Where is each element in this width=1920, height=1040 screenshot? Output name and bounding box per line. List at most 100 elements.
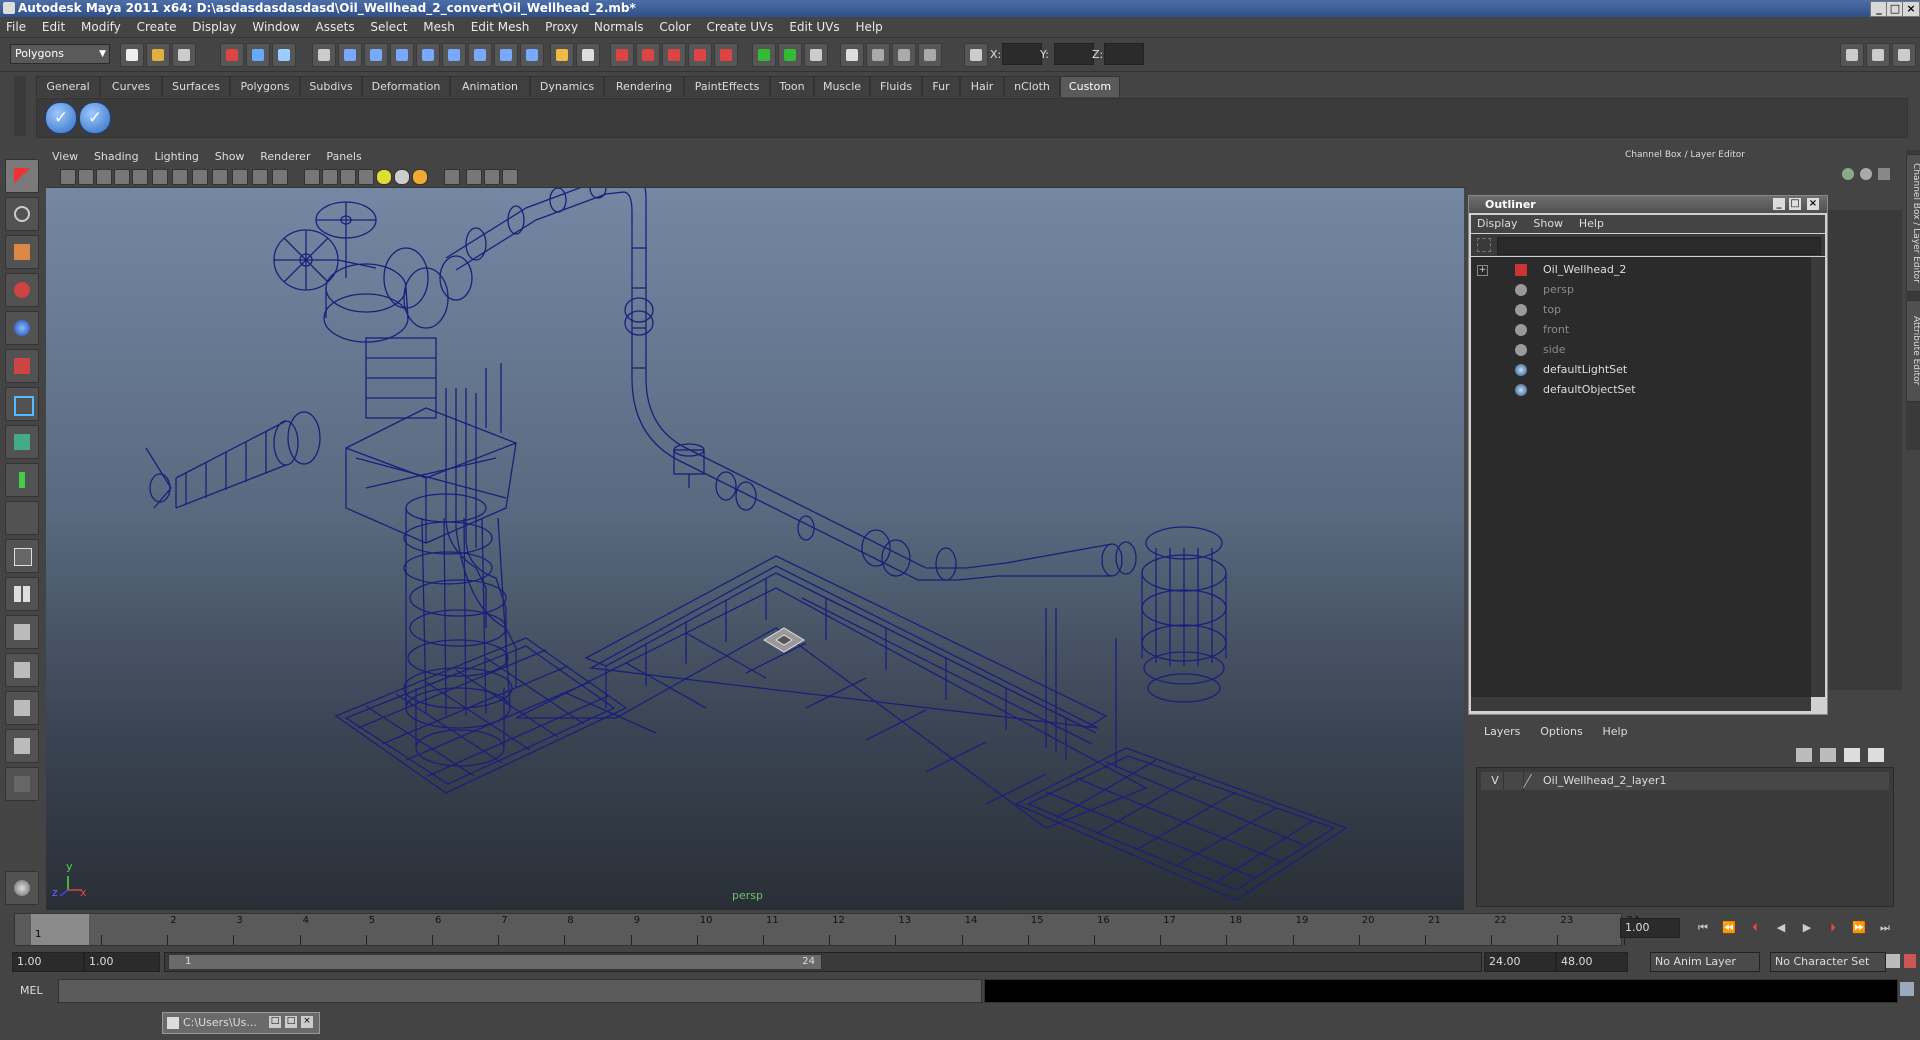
side-tab-attribute-editor[interactable]: Attribute Editor (1906, 300, 1920, 402)
four-pane-layout-icon[interactable] (5, 577, 39, 611)
menu-select[interactable]: Select (364, 17, 413, 37)
tab-hair[interactable]: Hair (960, 76, 1004, 97)
camera-attributes-icon[interactable] (78, 169, 94, 185)
outliner-title-bar[interactable]: Outliner _ □ × (1469, 196, 1827, 213)
menu-modify[interactable]: Modify (75, 17, 127, 37)
restore-button[interactable]: □ (269, 1016, 281, 1028)
selected-lights-icon[interactable] (412, 169, 428, 185)
menu-window[interactable]: Window (246, 17, 305, 37)
tab-deformation[interactable]: Deformation (362, 76, 450, 97)
manipulator-tool-icon[interactable] (5, 387, 39, 421)
new-layer-selected-icon[interactable] (1868, 748, 1884, 762)
show-hide-tool-settings-icon[interactable] (1866, 43, 1890, 67)
playback-start-field[interactable]: 1.00 (84, 952, 160, 972)
xray-icon[interactable] (232, 169, 248, 185)
panel-menu-show[interactable]: Show (209, 147, 251, 166)
menu-set-dropdown[interactable]: Polygons ▼ (10, 44, 110, 64)
menu-display[interactable]: Display (186, 17, 242, 37)
open-scene-icon[interactable] (146, 43, 170, 67)
outliner-maximize-button[interactable]: □ (1789, 198, 1801, 210)
side-tab-channel-box[interactable]: Channel Box / Layer Editor (1906, 154, 1920, 292)
layer-menu-help[interactable]: Help (1595, 722, 1636, 742)
high-quality-icon[interactable] (322, 169, 338, 185)
select-object-icon[interactable] (246, 43, 270, 67)
tab-general[interactable]: General (36, 76, 100, 97)
shadows-icon[interactable] (340, 169, 356, 185)
tab-painteffects[interactable]: PaintEffects (684, 76, 770, 97)
panel-menu-panels[interactable]: Panels (320, 147, 367, 166)
tab-curves[interactable]: Curves (100, 76, 162, 97)
layer-down-icon[interactable] (1820, 748, 1836, 762)
layer-menu-layers[interactable]: Layers (1476, 722, 1528, 742)
save-scene-icon[interactable] (172, 43, 196, 67)
surface-mask-icon[interactable] (416, 43, 440, 67)
panel-menu-view[interactable]: View (46, 147, 84, 166)
list-item[interactable]: top (1471, 301, 1801, 319)
custom-layout-icon[interactable] (5, 729, 39, 763)
menu-edit-mesh[interactable]: Edit Mesh (465, 17, 536, 37)
menu-normals[interactable]: Normals (588, 17, 650, 37)
gate-mask-icon[interactable] (502, 169, 518, 185)
rotate-tool-icon[interactable] (5, 311, 39, 345)
character-set-dropdown[interactable]: No Character Set (1770, 952, 1886, 972)
menu-help[interactable]: Help (849, 17, 888, 37)
layer-display-type-toggle[interactable] (1507, 772, 1524, 790)
menu-assets[interactable]: Assets (310, 17, 361, 37)
tab-muscle[interactable]: Muscle (814, 76, 870, 97)
step-back-key-icon[interactable]: ⏪ (1720, 920, 1738, 936)
mask-icon[interactable] (312, 43, 336, 67)
bookmark-icon[interactable] (96, 169, 112, 185)
checker-icon[interactable] (358, 169, 374, 185)
menu-edit-uvs[interactable]: Edit UVs (783, 17, 845, 37)
single-pane-layout-icon[interactable] (5, 539, 39, 573)
z-field[interactable] (1104, 43, 1144, 65)
texture-icon[interactable] (252, 169, 268, 185)
make-live-icon[interactable] (714, 43, 738, 67)
tab-rendering[interactable]: Rendering (604, 76, 684, 97)
last-tool-icon[interactable] (5, 463, 39, 497)
safe-action-icon[interactable] (466, 169, 482, 185)
grid-icon[interactable] (152, 169, 168, 185)
misc-mask-icon[interactable] (520, 43, 544, 67)
list-item[interactable]: persp (1471, 281, 1801, 299)
go-to-start-icon[interactable]: ⏮ (1694, 920, 1712, 936)
render-frame-icon[interactable] (866, 43, 890, 67)
both-mode-icon[interactable] (1878, 168, 1890, 180)
play-forwards-icon[interactable]: ▶ (1798, 920, 1816, 936)
tab-animation[interactable]: Animation (450, 76, 530, 97)
step-forward-key-icon[interactable]: ⏩ (1850, 920, 1868, 936)
go-to-end-icon[interactable]: ⏭ (1876, 920, 1894, 936)
start-time-field[interactable]: 1.00 (12, 952, 84, 972)
menu-mesh[interactable]: Mesh (417, 17, 461, 37)
shelf-handle[interactable] (14, 76, 26, 136)
panel-menu-renderer[interactable]: Renderer (254, 147, 316, 166)
rendering-mask-icon[interactable] (494, 43, 518, 67)
list-item[interactable]: + Oil_Wellhead_2 (1471, 261, 1801, 279)
tab-fluids[interactable]: Fluids (870, 76, 922, 97)
hypershade-layout-icon[interactable] (5, 691, 39, 725)
scale-tool-icon[interactable] (5, 349, 39, 383)
anim-layer-dropdown[interactable]: No Anim Layer (1650, 952, 1760, 972)
wireframe-icon[interactable] (172, 169, 188, 185)
panel-menu-shading[interactable]: Shading (88, 147, 145, 166)
transform-field-icon[interactable] (964, 43, 988, 67)
command-input[interactable] (58, 979, 982, 1003)
paint-select-tool-icon[interactable] (5, 235, 39, 269)
select-component-icon[interactable] (272, 43, 296, 67)
tab-surfaces[interactable]: Surfaces (162, 76, 230, 97)
construction-history-icon[interactable] (804, 43, 828, 67)
menu-edit[interactable]: Edit (36, 17, 71, 37)
layer-visibility-toggle[interactable]: V (1487, 772, 1504, 790)
smooth-shade-icon[interactable] (192, 169, 208, 185)
list-item[interactable]: defaultLightSet (1471, 361, 1801, 379)
resolution-gate-icon[interactable] (444, 169, 460, 185)
graph-persp-layout-icon[interactable] (5, 653, 39, 687)
script-editor-icon[interactable] (1900, 982, 1914, 996)
field-chart-icon[interactable] (484, 169, 500, 185)
new-layer-icon[interactable] (1844, 748, 1860, 762)
empty-tool-slot[interactable] (5, 501, 39, 535)
menu-proxy[interactable]: Proxy (539, 17, 584, 37)
tab-toon[interactable]: Toon (770, 76, 814, 97)
tab-fur[interactable]: Fur (922, 76, 960, 97)
outliner-horizontal-scrollbar[interactable] (1471, 697, 1811, 711)
